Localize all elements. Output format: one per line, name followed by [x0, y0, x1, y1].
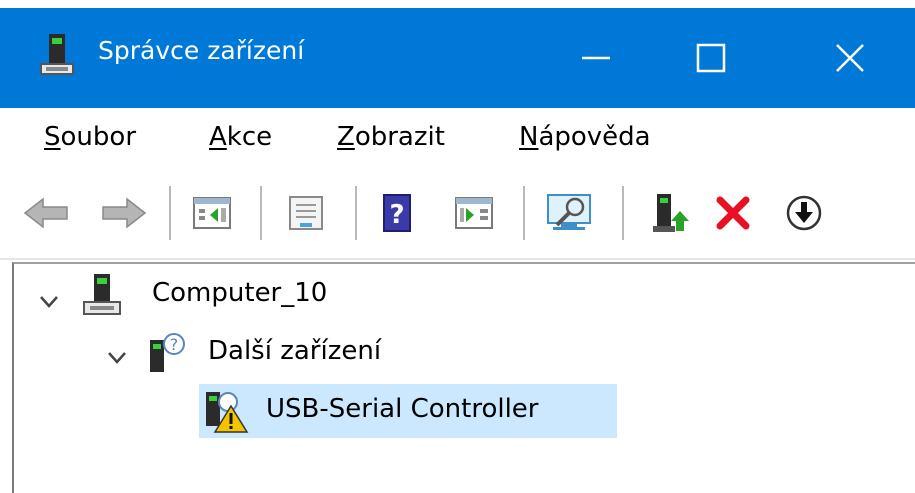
- chevron-down-icon[interactable]: [106, 350, 128, 366]
- window-title: Správce zařízení: [98, 36, 305, 65]
- toolbar-separator: [622, 186, 624, 240]
- tree-node-label: USB-Serial Controller: [266, 394, 539, 424]
- back-button[interactable]: [22, 191, 70, 235]
- menu-napoveda-accel: N: [519, 122, 539, 152]
- toolbar-separator: [355, 186, 357, 240]
- computer-icon: [80, 272, 124, 322]
- other-devices-icon: ?: [144, 332, 192, 380]
- menu-soubor-accel: S: [44, 122, 61, 152]
- disable-device-button[interactable]: [782, 191, 826, 235]
- tree-node-other-devices[interactable]: Další zařízení: [208, 336, 381, 366]
- device-manager-app-icon: [37, 32, 77, 78]
- help-icon: ?: [383, 194, 411, 232]
- scan-for-hardware-changes-icon: [547, 194, 591, 230]
- tree-node-computer[interactable]: Computer_10: [152, 278, 327, 308]
- properties-icon: [289, 196, 323, 230]
- close-button[interactable]: [820, 28, 880, 88]
- menu-zobrazit-label: obrazit: [354, 122, 445, 152]
- menu-zobrazit-accel: Z: [337, 122, 355, 152]
- cropped-caption: [0, 0, 915, 8]
- forward-icon: [102, 197, 147, 229]
- disable-device-icon: [786, 195, 822, 231]
- svg-text:?: ?: [170, 335, 179, 354]
- update-driver-button[interactable]: [650, 191, 692, 235]
- menu-napoveda-label: ápověda: [538, 122, 651, 152]
- title-bar[interactable]: Správce zařízení: [0, 8, 915, 108]
- device-tree[interactable]: Computer_10 ? Další zařízení USB-Serial …: [12, 262, 915, 493]
- uninstall-device-button[interactable]: [712, 191, 754, 235]
- scan-for-hardware-changes-button[interactable]: [544, 191, 602, 235]
- menu-akce-accel: A: [209, 122, 227, 152]
- svg-text:?: ?: [389, 200, 404, 230]
- help-button[interactable]: ?: [380, 191, 414, 235]
- menu-zobrazit[interactable]: Zobrazit: [337, 122, 445, 152]
- menu-akce-label: kce: [226, 122, 273, 152]
- tree-node-usb-serial-controller[interactable]: USB-Serial Controller: [266, 394, 538, 424]
- menu-akce[interactable]: Akce: [209, 122, 272, 152]
- tree-node-label: Další zařízení: [208, 336, 382, 366]
- maximize-icon: [696, 43, 726, 73]
- warning-device-icon: [202, 388, 250, 438]
- menu-soubor[interactable]: Soubor: [44, 122, 136, 152]
- action-pane-icon: [455, 197, 493, 229]
- close-icon: [836, 44, 864, 72]
- maximize-button[interactable]: [681, 28, 741, 88]
- menu-napoveda[interactable]: Nápověda: [519, 122, 651, 152]
- chevron-down-icon[interactable]: [38, 294, 60, 310]
- menu-soubor-label: oubor: [60, 122, 137, 152]
- toolbar-separator: [260, 186, 262, 240]
- toolbar-separator: [169, 186, 171, 240]
- properties-button[interactable]: [284, 191, 328, 235]
- show-hide-console-tree-button[interactable]: [190, 191, 234, 235]
- toolbar: ?: [0, 172, 915, 260]
- minimize-icon: [582, 56, 610, 60]
- toolbar-separator: [523, 186, 525, 240]
- minimize-button[interactable]: [566, 28, 626, 88]
- tree-node-label: Computer_10: [152, 278, 328, 308]
- forward-button[interactable]: [100, 191, 148, 235]
- menu-bar: Soubor Akce Zobrazit Nápověda: [0, 108, 915, 172]
- show-hide-console-tree-icon: [193, 197, 231, 229]
- action-pane-button[interactable]: [452, 191, 496, 235]
- back-icon: [23, 197, 68, 229]
- uninstall-icon: [716, 196, 750, 230]
- update-driver-icon: [653, 194, 689, 232]
